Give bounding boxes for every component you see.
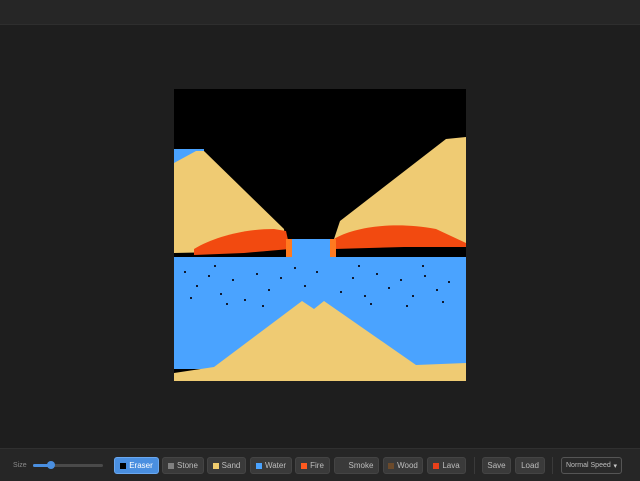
simulation-canvas[interactable] <box>174 89 466 381</box>
smoke-swatch-icon <box>339 462 346 469</box>
toolbar-separator-2 <box>552 457 553 474</box>
size-slider[interactable] <box>33 461 103 469</box>
size-label: Size <box>13 462 27 469</box>
sand-swatch-icon <box>212 462 219 469</box>
load-button[interactable]: Load <box>515 457 545 474</box>
fire-left <box>286 239 292 259</box>
size-slider-thumb[interactable] <box>46 461 55 469</box>
chevron-down-icon: ▾ <box>613 463 617 470</box>
speed-select[interactable]: Normal Speed ▾ <box>561 457 622 474</box>
top-bar <box>0 0 640 25</box>
toolbar: Size Eraser Stone Sand Water Fire Smoke … <box>0 448 640 481</box>
material-button-eraser[interactable]: Eraser <box>114 457 159 474</box>
toolbar-separator <box>474 457 475 474</box>
material-button-smoke[interactable]: Smoke <box>334 457 379 474</box>
fire-swatch-icon <box>301 462 308 469</box>
material-button-sand[interactable]: Sand <box>207 457 246 474</box>
stone-swatch-icon <box>168 462 175 469</box>
save-button[interactable]: Save <box>482 457 511 474</box>
lava-swatch-icon <box>433 462 440 469</box>
material-button-water[interactable]: Water <box>250 457 292 474</box>
material-button-lava[interactable]: Lava <box>427 457 466 474</box>
material-button-wood[interactable]: Wood <box>383 457 423 474</box>
material-button-fire[interactable]: Fire <box>295 457 330 474</box>
material-button-stone[interactable]: Stone <box>162 457 204 474</box>
simulation-scene <box>174 89 466 381</box>
eraser-swatch-icon <box>120 462 127 469</box>
wood-swatch-icon <box>388 462 395 469</box>
water-swatch-icon <box>255 462 262 469</box>
